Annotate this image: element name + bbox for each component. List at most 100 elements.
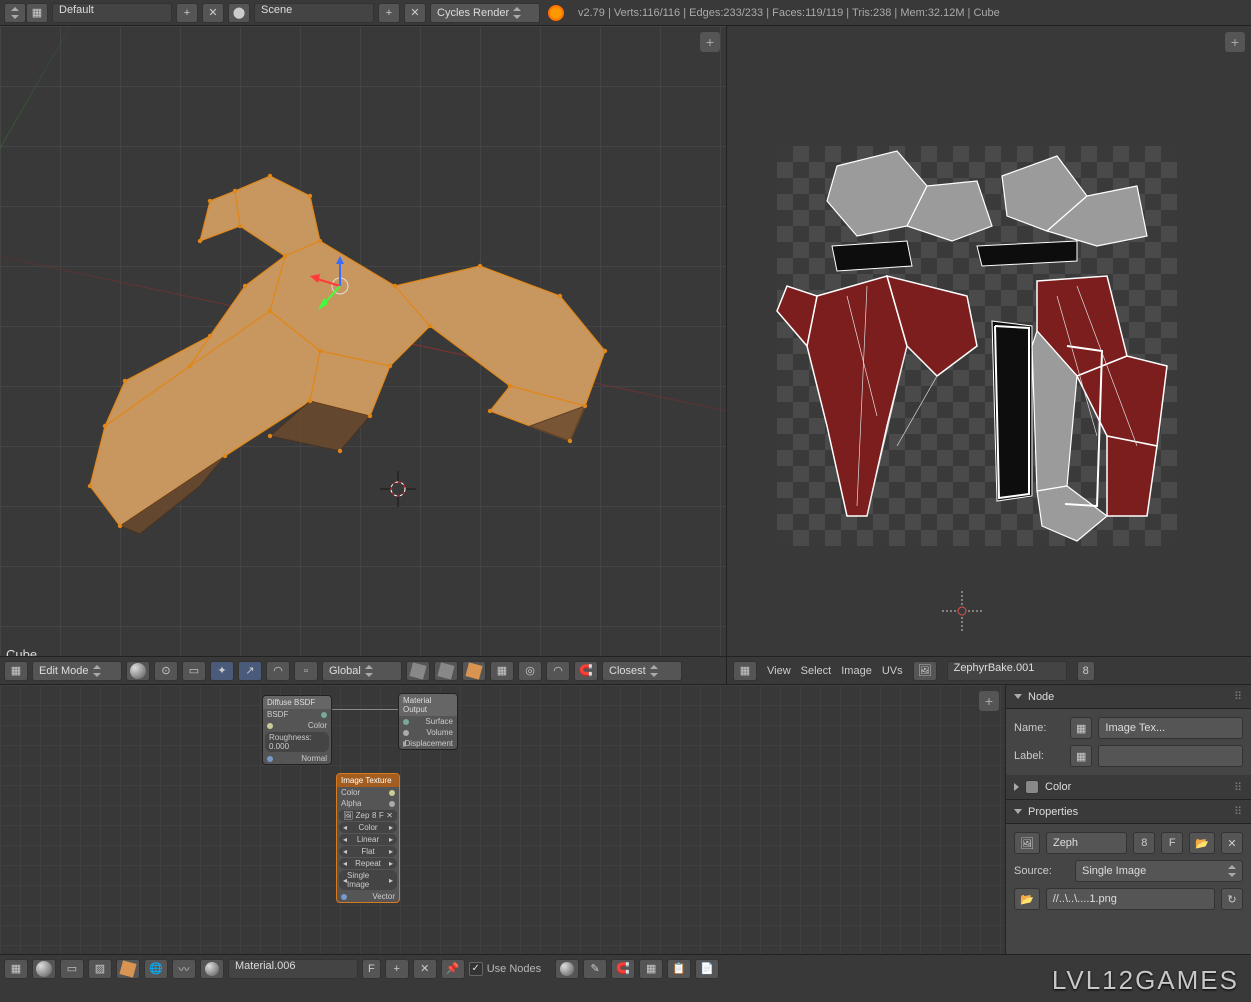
section-node[interactable]: Node ⠿ bbox=[1006, 685, 1251, 709]
node-socket-label: Vector bbox=[372, 892, 395, 901]
shader-tree-icon[interactable] bbox=[32, 959, 56, 979]
editor-type-icon[interactable] bbox=[4, 3, 26, 23]
uv-image-name[interactable]: ZephyrBake.001 bbox=[947, 661, 1067, 681]
node-image-name[interactable]: Zep bbox=[356, 811, 370, 820]
section-properties[interactable]: Properties ⠿ bbox=[1006, 800, 1251, 824]
node-image-texture[interactable]: Image Texture Color Alpha 🖼Zep8F✕ ◂Color… bbox=[336, 773, 400, 903]
fake-user-button[interactable]: F bbox=[1161, 832, 1183, 854]
uv-layout[interactable] bbox=[777, 146, 1177, 546]
node-value[interactable]: Roughness: 0.000 bbox=[269, 733, 325, 751]
editor-type-select-bottom[interactable]: ▦ bbox=[4, 959, 28, 979]
snap-type-nodes[interactable]: ▦ bbox=[639, 959, 663, 979]
uv-image-editor[interactable]: + ▦ View Select Image UVs 🖼 ZephyrBake.0… bbox=[727, 26, 1251, 684]
material-name-field[interactable]: Material.006 bbox=[228, 959, 358, 979]
limit-selection[interactable]: ▦ bbox=[490, 661, 514, 681]
layers-toggle[interactable]: ▭ bbox=[182, 661, 206, 681]
viewport-3d[interactable]: Cube + ▦ Edit Mode ⊙ ▭ ✦ ↗ ◠ ▫ Global ▦ … bbox=[0, 26, 727, 684]
filepath-browse-button[interactable]: 📂 bbox=[1014, 888, 1040, 910]
uv-menu-view[interactable]: View bbox=[767, 665, 791, 677]
pivot-select[interactable]: ⊙ bbox=[154, 661, 178, 681]
remove-scene-button[interactable]: ✕ bbox=[404, 3, 426, 23]
node-value[interactable]: Repeat bbox=[355, 859, 381, 868]
source-select[interactable]: Single Image bbox=[1075, 860, 1243, 882]
select-mode-vertex[interactable] bbox=[406, 661, 430, 681]
top-header: ▦ Default + ✕ ⬤ Scene + ✕ Cycles Render … bbox=[0, 0, 1251, 26]
node-editor-row: Diffuse BSDF BSDF Color Roughness: 0.000… bbox=[0, 684, 1251, 954]
node-diffuse-bsdf[interactable]: Diffuse BSDF BSDF Color Roughness: 0.000… bbox=[262, 695, 332, 765]
image-users-button[interactable]: 8 bbox=[1133, 832, 1155, 854]
orientation-select[interactable]: Global bbox=[322, 661, 402, 681]
image-browse-button[interactable]: 🖼 bbox=[1014, 832, 1040, 854]
snap-toggle[interactable]: 🧲 bbox=[574, 661, 598, 681]
node-editor[interactable]: Diffuse BSDF BSDF Color Roughness: 0.000… bbox=[0, 685, 1005, 954]
uv-menu-uvs[interactable]: UVs bbox=[882, 665, 903, 677]
grip-icon[interactable]: ⠿ bbox=[1234, 690, 1243, 703]
compositor-tree-icon[interactable]: ▭ bbox=[60, 959, 84, 979]
mesh-object[interactable] bbox=[60, 156, 620, 536]
datablock-icon[interactable]: ▦ bbox=[1070, 717, 1092, 739]
node-value[interactable]: Single Image bbox=[347, 871, 389, 889]
manipulator-scale[interactable]: ▫ bbox=[294, 661, 318, 681]
gpencil-toggle[interactable]: ✎ bbox=[583, 959, 607, 979]
texture-tree-icon[interactable]: ▨ bbox=[88, 959, 112, 979]
add-layout-button[interactable]: + bbox=[176, 3, 198, 23]
scene-select[interactable]: Scene bbox=[254, 3, 374, 23]
image-browse-icon[interactable]: 🖼 bbox=[913, 661, 937, 681]
scene-icon[interactable]: ⬤ bbox=[228, 3, 250, 23]
add-material-button[interactable]: + bbox=[385, 959, 409, 979]
open-image-button[interactable]: 📂 bbox=[1189, 832, 1215, 854]
uv-editor-type-select[interactable]: ▦ bbox=[733, 661, 757, 681]
line-shader-icon[interactable]: 〰 bbox=[172, 959, 196, 979]
select-mode-face[interactable] bbox=[462, 661, 486, 681]
object-shader-icon[interactable] bbox=[116, 959, 140, 979]
filepath-field[interactable]: //..\..\....1.png bbox=[1046, 888, 1215, 910]
node-socket-label: Volume bbox=[426, 728, 453, 737]
node-name-field[interactable]: Image Tex... bbox=[1098, 717, 1243, 739]
node-value[interactable]: Color bbox=[358, 823, 377, 832]
unlink-image-button[interactable]: ✕ bbox=[1221, 832, 1243, 854]
backdrop-toggle[interactable] bbox=[555, 959, 579, 979]
proportional-falloff[interactable]: ◠ bbox=[546, 661, 570, 681]
grip-icon[interactable]: ⠿ bbox=[1234, 781, 1243, 794]
manipulator-gizmo[interactable] bbox=[310, 256, 370, 316]
reload-button[interactable]: ↻ bbox=[1221, 888, 1243, 910]
manipulator-rotate[interactable]: ◠ bbox=[266, 661, 290, 681]
datablock-icon[interactable]: ▦ bbox=[1070, 745, 1092, 767]
use-nodes-checkbox[interactable]: ✓ bbox=[469, 962, 483, 976]
region-expand-handle-uv[interactable]: + bbox=[1225, 32, 1245, 52]
pin-button[interactable]: 📌 bbox=[441, 959, 465, 979]
node-material-output[interactable]: Material Output Surface Volume Displacem… bbox=[398, 693, 458, 750]
grip-icon[interactable]: ⠿ bbox=[1234, 805, 1243, 818]
shading-select[interactable] bbox=[126, 661, 150, 681]
proportional-edit[interactable]: ◎ bbox=[518, 661, 542, 681]
select-mode-edge[interactable] bbox=[434, 661, 458, 681]
add-scene-button[interactable]: + bbox=[378, 3, 400, 23]
unlink-material-button[interactable]: ✕ bbox=[413, 959, 437, 979]
world-shader-icon[interactable]: 🌐 bbox=[144, 959, 168, 979]
main-split: Cube + ▦ Edit Mode ⊙ ▭ ✦ ↗ ◠ ▫ Global ▦ … bbox=[0, 26, 1251, 684]
uv-image-users[interactable]: 8 bbox=[1077, 661, 1095, 681]
material-browse-icon[interactable] bbox=[200, 959, 224, 979]
remove-layout-button[interactable]: ✕ bbox=[202, 3, 224, 23]
render-engine-select[interactable]: Cycles Render bbox=[430, 3, 540, 23]
editor-type-select[interactable]: ▦ bbox=[4, 661, 28, 681]
fake-user-button[interactable]: F bbox=[362, 959, 381, 979]
region-expand-handle[interactable]: + bbox=[700, 32, 720, 52]
manipulator-axis-icon[interactable]: ✦ bbox=[210, 661, 234, 681]
snap-toggle-nodes[interactable]: 🧲 bbox=[611, 959, 635, 979]
uv-menu-select[interactable]: Select bbox=[801, 665, 832, 677]
paste-nodes-button[interactable]: 📄 bbox=[695, 959, 719, 979]
node-label-field[interactable] bbox=[1098, 745, 1243, 767]
layout-select[interactable]: Default bbox=[52, 3, 172, 23]
snap-element-select[interactable]: Closest bbox=[602, 661, 682, 681]
node-value[interactable]: Linear bbox=[357, 835, 379, 844]
copy-nodes-button[interactable]: 📋 bbox=[667, 959, 691, 979]
uv-menu-image[interactable]: Image bbox=[841, 665, 872, 677]
mode-select[interactable]: Edit Mode bbox=[32, 661, 122, 681]
manipulator-translate[interactable]: ↗ bbox=[238, 661, 262, 681]
image-name-field[interactable]: Zeph bbox=[1046, 832, 1127, 854]
node-value[interactable]: Flat bbox=[361, 847, 374, 856]
section-color[interactable]: Color ⠿ bbox=[1006, 775, 1251, 800]
info-icon[interactable]: ▦ bbox=[26, 3, 48, 23]
region-expand-handle-nodes[interactable]: + bbox=[979, 691, 999, 711]
